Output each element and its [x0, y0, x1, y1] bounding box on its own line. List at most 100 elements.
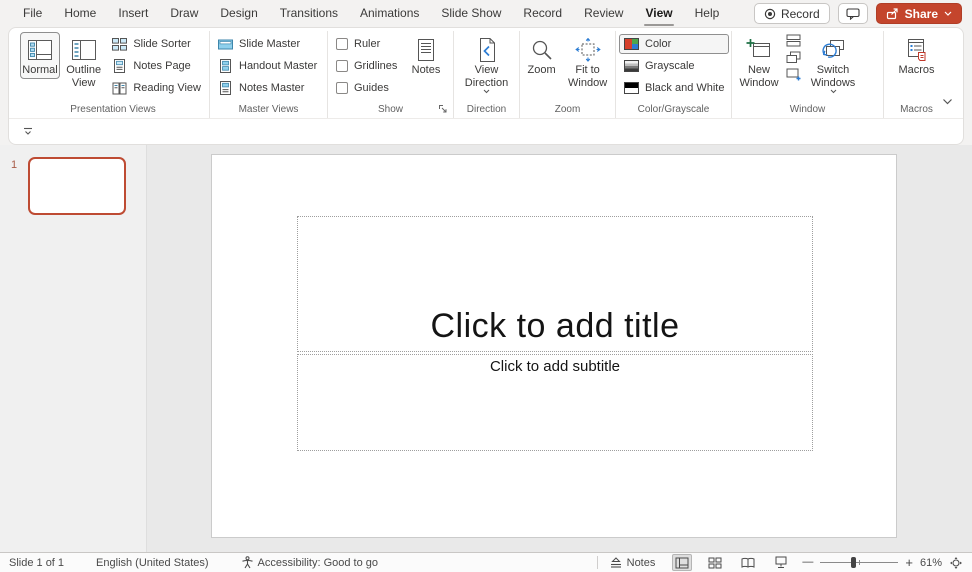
black-and-white-button[interactable]: Black and White — [619, 78, 729, 98]
black-and-white-label: Black and White — [645, 82, 724, 94]
black-and-white-swatch-icon — [624, 82, 639, 94]
title-placeholder[interactable]: Click to add title — [297, 216, 813, 352]
gridlines-checkbox-box[interactable] — [336, 60, 348, 72]
grayscale-button[interactable]: Grayscale — [619, 56, 729, 76]
chevron-down-icon — [942, 98, 953, 105]
notes-master-button[interactable]: Notes Master — [213, 78, 322, 98]
notes-master-label: Notes Master — [239, 82, 304, 94]
view-direction-button[interactable]: View Direction — [458, 32, 516, 96]
tab-transitions[interactable]: Transitions — [269, 0, 349, 27]
arrange-all-button[interactable] — [786, 34, 801, 47]
slide-show-status-icon — [774, 556, 788, 569]
dialog-launcher-icon — [438, 104, 448, 114]
notes-document-icon — [416, 36, 436, 64]
notes-pane-label: Notes — [412, 64, 441, 77]
group-show: Ruler Gridlines Guides — [327, 31, 453, 118]
accessibility-status[interactable]: Accessibility: Good to go — [241, 556, 378, 569]
zoom-controls: — + 61% — [802, 556, 963, 570]
ruler-checkbox[interactable]: Ruler — [331, 34, 403, 54]
macros-button[interactable]: Macros — [893, 32, 941, 79]
share-button[interactable]: Share — [876, 3, 962, 24]
tab-review[interactable]: Review — [573, 0, 634, 27]
move-split-button[interactable] — [786, 68, 801, 81]
zoom-slider[interactable] — [820, 556, 898, 569]
fit-to-window-button[interactable]: Fit to Window — [563, 32, 612, 91]
handout-master-button[interactable]: Handout Master — [213, 56, 322, 76]
reading-view-button[interactable]: Reading View — [107, 78, 206, 98]
zoom-slider-handle[interactable] — [851, 557, 856, 568]
notes-page-button[interactable]: Notes Page — [107, 56, 206, 76]
notes-pane-button[interactable]: Notes — [406, 32, 446, 79]
status-bar-left: Slide 1 of 1 English (United States) Acc… — [0, 556, 410, 569]
normal-view-status-button[interactable] — [672, 554, 692, 571]
ruler-label: Ruler — [354, 38, 380, 50]
record-button[interactable]: Record — [754, 3, 830, 24]
color-swatch-icon — [624, 38, 639, 50]
tab-home[interactable]: Home — [53, 0, 107, 27]
tab-animations[interactable]: Animations — [349, 0, 430, 27]
slide-1-thumbnail[interactable] — [28, 157, 126, 215]
notes-toggle-icon — [609, 557, 623, 569]
guides-checkbox[interactable]: Guides — [331, 78, 403, 98]
comments-button[interactable] — [838, 3, 868, 24]
group-label-master-views: Master Views — [213, 100, 324, 118]
notes-toggle-label: Notes — [627, 557, 656, 569]
zoom-button[interactable]: Zoom — [523, 32, 560, 79]
view-switcher — [672, 554, 791, 571]
tab-file[interactable]: File — [12, 0, 53, 27]
slide-master-button[interactable]: Slide Master — [213, 34, 322, 54]
gridlines-label: Gridlines — [354, 60, 397, 72]
zoom-out-button[interactable]: — — [802, 556, 813, 569]
guides-checkbox-box[interactable] — [336, 82, 348, 94]
reading-view-status-button[interactable] — [738, 554, 758, 571]
language-indicator[interactable]: English (United States) — [96, 557, 209, 569]
tab-slide-show[interactable]: Slide Show — [430, 0, 512, 27]
grayscale-label: Grayscale — [645, 60, 695, 72]
normal-view-label: Normal — [22, 64, 57, 77]
fit-slide-to-window-button[interactable] — [949, 556, 963, 570]
tab-design[interactable]: Design — [209, 0, 268, 27]
tab-draw[interactable]: Draw — [159, 0, 209, 27]
color-button[interactable]: Color — [619, 34, 729, 54]
ribbon-tabs: File Home Insert Draw Design Transitions… — [0, 0, 730, 27]
reading-view-label: Reading View — [133, 82, 201, 94]
notes-toggle-button[interactable]: Notes — [609, 557, 656, 569]
tab-help[interactable]: Help — [684, 0, 731, 27]
slide-canvas[interactable]: Click to add title Click to add subtitle — [211, 154, 897, 538]
collapse-ribbon-button[interactable] — [942, 92, 953, 110]
zoom-magnifier-icon — [530, 36, 554, 64]
slide-sorter-button[interactable]: Slide Sorter — [107, 34, 206, 54]
new-window-button[interactable]: New Window — [735, 32, 783, 91]
handout-master-label: Handout Master — [239, 60, 317, 72]
ribbon-pin-button[interactable] — [22, 127, 34, 137]
view-direction-label: View Direction — [461, 64, 513, 89]
switch-windows-label: Switch Windows — [807, 64, 859, 89]
switch-windows-icon — [820, 36, 846, 64]
slide-sorter-status-button[interactable] — [705, 554, 725, 571]
tab-insert[interactable]: Insert — [107, 0, 159, 27]
cascade-windows-button[interactable] — [786, 51, 801, 64]
tab-record[interactable]: Record — [512, 0, 573, 27]
new-window-label: New Window — [738, 64, 780, 89]
zoom-percent[interactable]: 61% — [920, 557, 942, 569]
slide-indicator[interactable]: Slide 1 of 1 — [9, 557, 64, 569]
tab-view[interactable]: View — [634, 0, 683, 27]
slide-show-status-button[interactable] — [771, 554, 791, 571]
reading-view-icon — [112, 82, 127, 95]
fit-slide-icon — [949, 556, 963, 570]
slide-sorter-status-icon — [708, 557, 722, 569]
group-label-macros: Macros — [887, 100, 946, 118]
show-dialog-launcher[interactable] — [437, 103, 449, 115]
group-color-grayscale: Color Grayscale — [615, 31, 731, 118]
zoom-in-button[interactable]: + — [905, 556, 913, 569]
fit-to-window-label: Fit to Window — [566, 64, 609, 89]
switch-windows-button[interactable]: Switch Windows — [804, 32, 862, 96]
notes-page-icon — [112, 59, 127, 73]
view-direction-icon — [476, 36, 498, 64]
normal-view-button[interactable]: Normal — [20, 32, 60, 79]
ruler-checkbox-box[interactable] — [336, 38, 348, 50]
subtitle-placeholder[interactable]: Click to add subtitle — [297, 354, 813, 451]
gridlines-checkbox[interactable]: Gridlines — [331, 56, 403, 76]
outline-view-button[interactable]: Outline View — [63, 32, 104, 91]
normal-view-icon — [27, 36, 53, 64]
